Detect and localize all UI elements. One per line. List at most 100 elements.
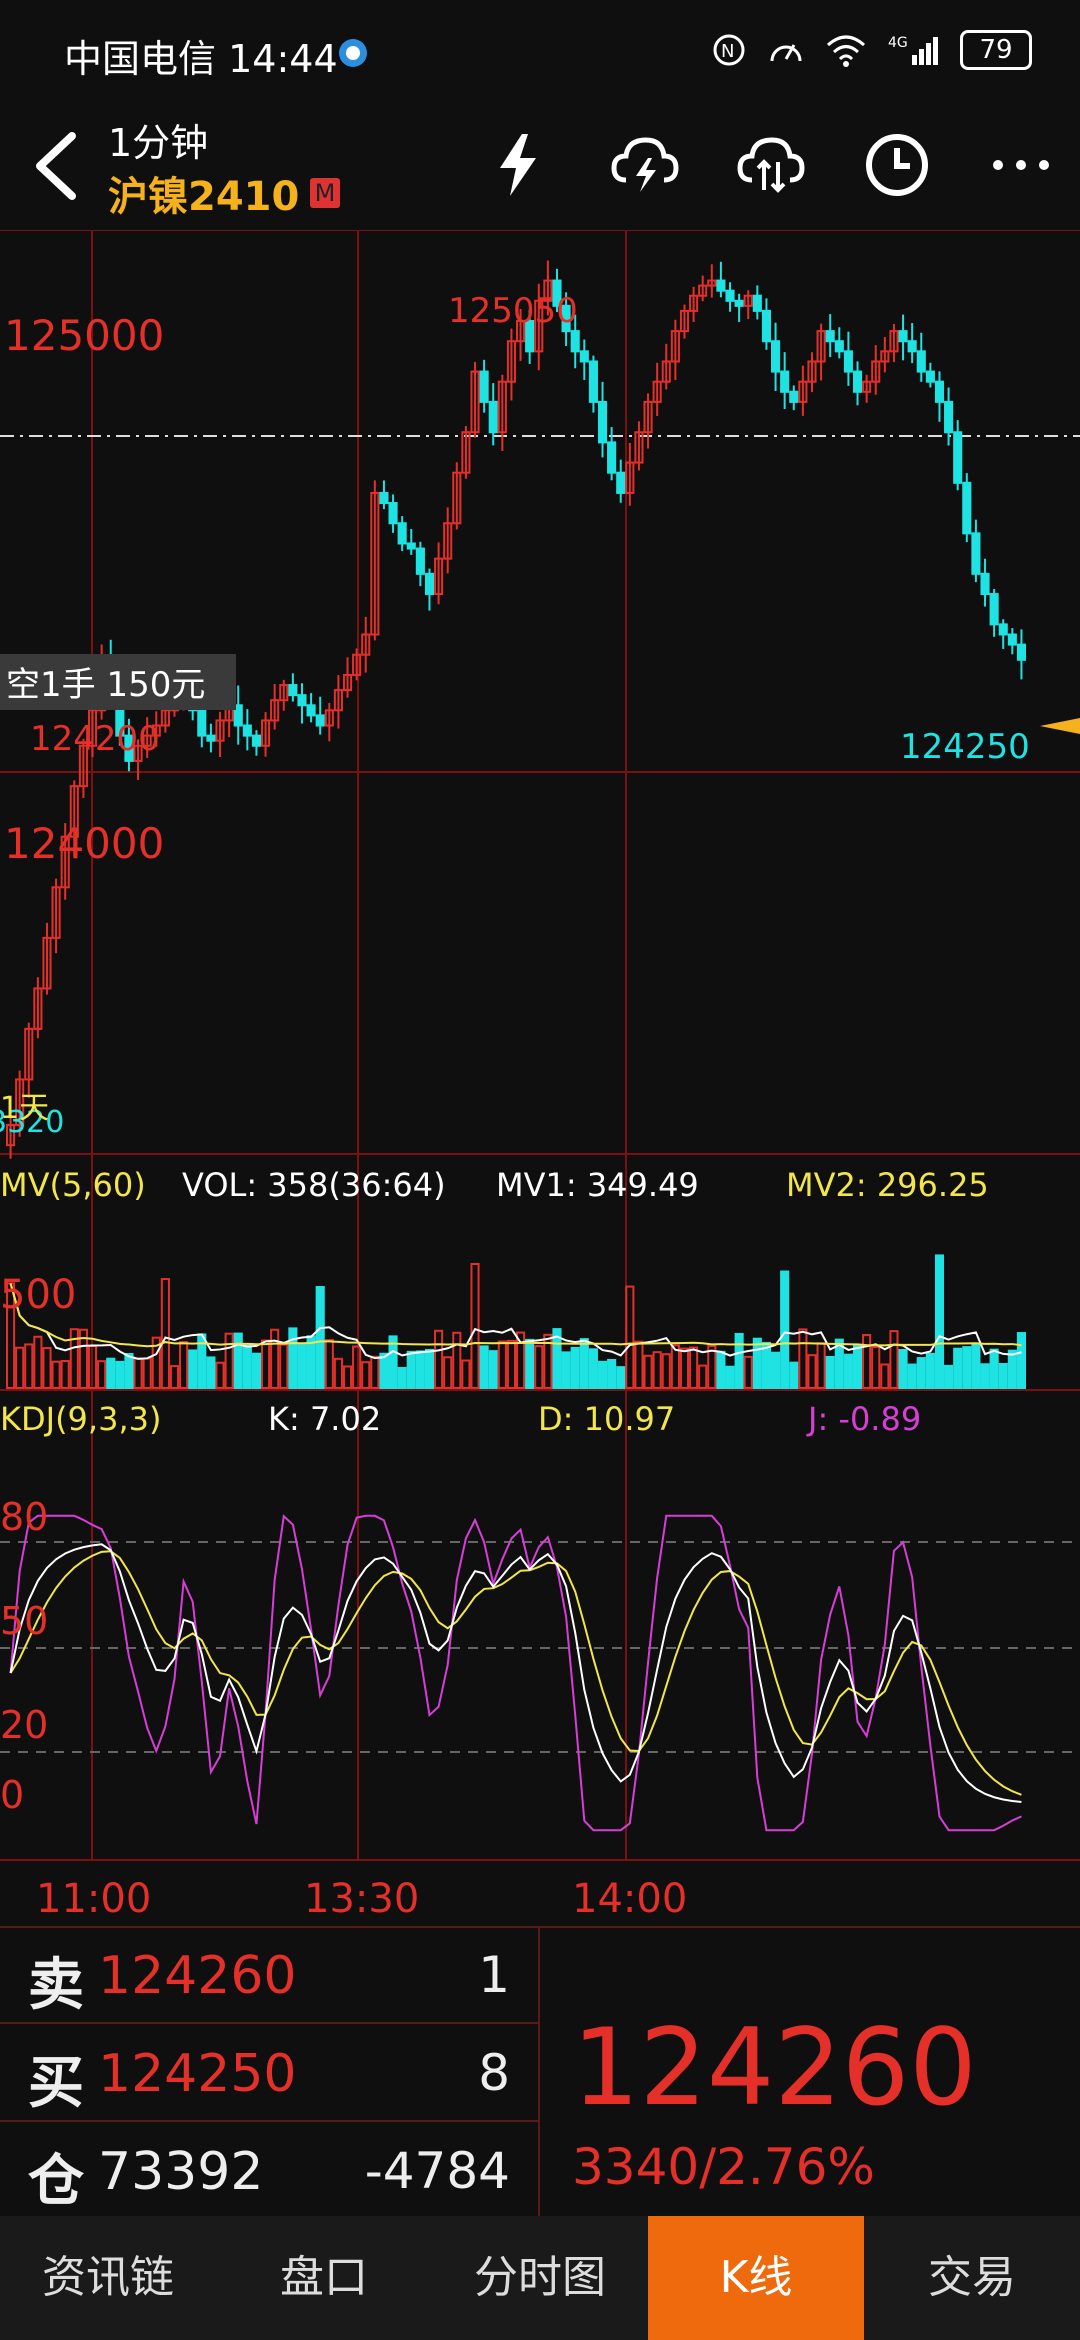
kdj-series: [9, 1514, 1022, 1832]
volume-bar: [916, 1357, 926, 1389]
sell-qty: 1: [478, 1946, 510, 2004]
cloud-lightning-icon[interactable]: [608, 128, 682, 202]
volume-bar: [470, 1262, 480, 1389]
sell-row[interactable]: 卖 124260 1: [0, 1926, 538, 2024]
volume-bar: [1016, 1332, 1027, 1389]
candle-body: [415, 547, 425, 575]
volume-bar: [944, 1364, 954, 1389]
volume-bar: [971, 1343, 981, 1389]
more-icon[interactable]: [984, 128, 1058, 202]
tab-intraday[interactable]: 分时图: [432, 2216, 648, 2340]
tab-order-book[interactable]: 盘口: [216, 2216, 432, 2340]
back-arrow-icon[interactable]: [26, 126, 86, 206]
period-title[interactable]: 1分钟: [108, 112, 208, 167]
volume-bar: [807, 1354, 817, 1389]
main-contract-badge: M: [310, 178, 340, 208]
tab-kline[interactable]: K线: [648, 2216, 864, 2340]
candle-body: [962, 481, 972, 535]
tab-news-chain[interactable]: 资讯链: [0, 2216, 216, 2340]
volume-bar: [333, 1357, 343, 1389]
mv-indicator-name[interactable]: MV(5,60): [0, 1166, 146, 1204]
kline-chart-area[interactable]: 空1手 150元 125000 125050 124200 124000 124…: [0, 229, 1080, 1922]
volume-bar: [288, 1327, 298, 1390]
candle-body: [406, 542, 416, 550]
volume-bar: [743, 1355, 753, 1390]
volume-bar: [133, 1357, 143, 1390]
volume-bar: [661, 1353, 671, 1390]
time-label-1100: 11:00: [36, 1876, 151, 1920]
volume-bar: [725, 1365, 735, 1389]
volume-bar: [716, 1350, 726, 1389]
volume-bar: [1007, 1349, 1017, 1389]
volume-bar: [761, 1341, 772, 1389]
volume-bar: [925, 1352, 935, 1390]
volume-bar: [625, 1285, 635, 1389]
volume-bar: [115, 1360, 125, 1390]
volume-bar: [771, 1351, 781, 1389]
position-tag[interactable]: 空1手 150元: [6, 665, 205, 705]
kdj-indicator-name[interactable]: KDJ(9,3,3): [0, 1400, 161, 1438]
volume-bar: [406, 1350, 416, 1389]
buy-price: 124250: [98, 2044, 297, 2104]
volume-bar: [525, 1338, 535, 1389]
volume-bar: [798, 1328, 808, 1389]
volume-bar: [461, 1359, 471, 1389]
volume-bar: [251, 1352, 261, 1389]
volume-bar: [270, 1328, 280, 1390]
volume-bar: [889, 1330, 899, 1389]
volume-bar: [570, 1346, 580, 1390]
candle-body: [771, 340, 781, 373]
kdj-level-0: 0: [0, 1773, 24, 1817]
volume-bar: [297, 1343, 307, 1390]
battery-indicator: 79: [960, 30, 1032, 70]
clock-icon[interactable]: [860, 128, 934, 202]
volume-bar: [934, 1254, 945, 1390]
candle-body: [197, 709, 207, 737]
volume-bar: [224, 1332, 234, 1389]
lightning-icon[interactable]: [482, 128, 556, 202]
mv1-value: MV1: 349.49: [496, 1166, 699, 1204]
candle-body: [834, 340, 844, 353]
candle-body: [206, 734, 216, 742]
candle-body: [761, 309, 772, 343]
volume-bar: [534, 1345, 544, 1390]
candle-body: [388, 502, 398, 525]
candle-body: [907, 340, 917, 353]
volume-bar: [989, 1348, 999, 1390]
clock-text: 14:44: [228, 37, 338, 81]
volume-bar: [397, 1366, 407, 1390]
price-label-local-low: 124200: [30, 719, 160, 759]
volume-bar: [607, 1358, 617, 1390]
volume-bar: [452, 1331, 462, 1390]
volume-series: [6, 1254, 1027, 1390]
signal-icon: 4G: [888, 35, 938, 65]
candle-body: [716, 279, 726, 292]
volume-bar: [698, 1364, 708, 1389]
volume-bar: [816, 1342, 826, 1389]
candle-body: [843, 350, 853, 373]
buy-row[interactable]: 买 124250 8: [0, 2024, 538, 2122]
cloud-sync-icon[interactable]: [734, 128, 808, 202]
volume-bar: [51, 1360, 61, 1390]
kdj-k-value: K: 7.02: [268, 1400, 381, 1438]
price-change: 3340/2.76%: [572, 2138, 875, 2196]
kline-chart-svg[interactable]: 空1手 150元 125000 125050 124200 124000 124…: [0, 229, 1080, 1922]
tab-trade[interactable]: 交易: [864, 2216, 1080, 2340]
open-interest-row: 仓 73392 -4784: [0, 2122, 538, 2218]
volume-bar: [24, 1343, 34, 1390]
candle-body: [725, 289, 735, 302]
candle-body: [607, 441, 617, 474]
kdj-level-80: 80: [0, 1495, 48, 1539]
status-bar: 中国电信 14:44 N 4G 79: [0, 0, 1080, 104]
kdj-level-50: 50: [0, 1599, 48, 1643]
svg-text:N: N: [721, 41, 734, 62]
price-label-high: 125050: [448, 291, 578, 331]
candle-body: [898, 330, 908, 343]
volume-bar: [488, 1350, 498, 1390]
volume-bar: [42, 1347, 52, 1390]
contract-symbol[interactable]: 沪镍2410: [108, 164, 299, 222]
wifi-icon: [827, 35, 865, 67]
candle-body: [998, 623, 1008, 636]
period-tag: 1天: [0, 1091, 49, 1126]
volume-bar: [689, 1346, 699, 1390]
